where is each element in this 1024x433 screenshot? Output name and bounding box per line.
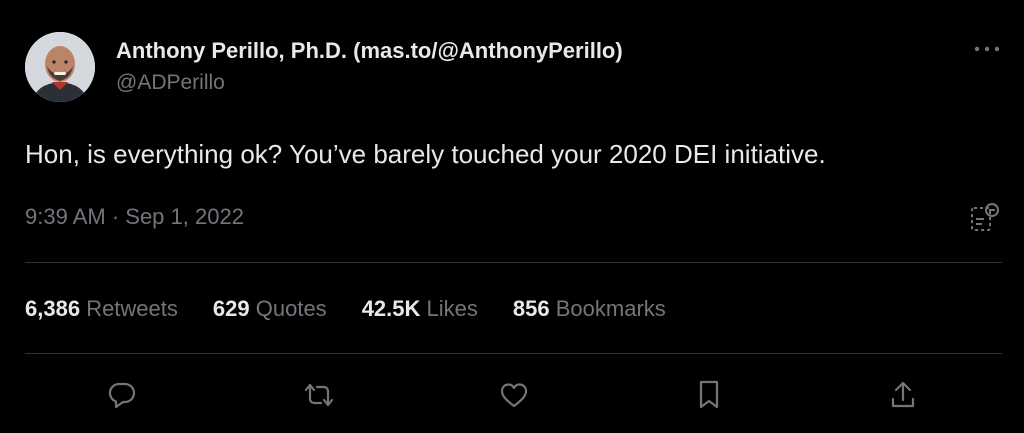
avatar-image <box>25 32 95 102</box>
bookmark-icon[interactable] <box>692 378 726 412</box>
stat-label: Quotes <box>255 296 327 321</box>
retweet-icon[interactable] <box>302 378 336 412</box>
stat-count: 629 <box>212 296 250 321</box>
avatar[interactable] <box>25 32 95 102</box>
divider-bottom <box>25 353 1002 354</box>
more-icon[interactable] <box>970 36 1004 62</box>
like-icon[interactable] <box>497 378 531 412</box>
engagement-stats: 6,386 Retweets 629 Quotes 42.5K Likes 85… <box>25 296 666 322</box>
stat-label: Retweets <box>86 296 178 321</box>
tweet-text: Hon, is everything ok? You’ve barely tou… <box>25 139 826 169</box>
analytics-icon[interactable] <box>968 201 1002 235</box>
share-icon[interactable] <box>886 378 920 412</box>
stat-count: 42.5K <box>361 296 421 321</box>
stat-count: 856 <box>512 296 550 321</box>
author-name[interactable]: Anthony Perillo, Ph.D. (mas.to/@AnthonyP… <box>116 38 623 64</box>
divider-top <box>25 262 1002 263</box>
stat-label: Bookmarks <box>555 296 666 321</box>
stat-likes[interactable]: 42.5K Likes <box>362 296 478 322</box>
author-handle[interactable]: @ADPerillo <box>116 71 225 95</box>
reply-icon[interactable] <box>105 378 139 412</box>
stat-retweets[interactable]: 6,386 Retweets <box>25 296 178 322</box>
stat-bookmarks[interactable]: 856 Bookmarks <box>513 296 666 322</box>
stat-count: 6,386 <box>25 296 81 321</box>
stat-quotes[interactable]: 629 Quotes <box>213 296 327 322</box>
tweet-timestamp[interactable]: 9:39 AM · Sep 1, 2022 <box>25 204 244 230</box>
stat-label: Likes <box>426 296 478 321</box>
